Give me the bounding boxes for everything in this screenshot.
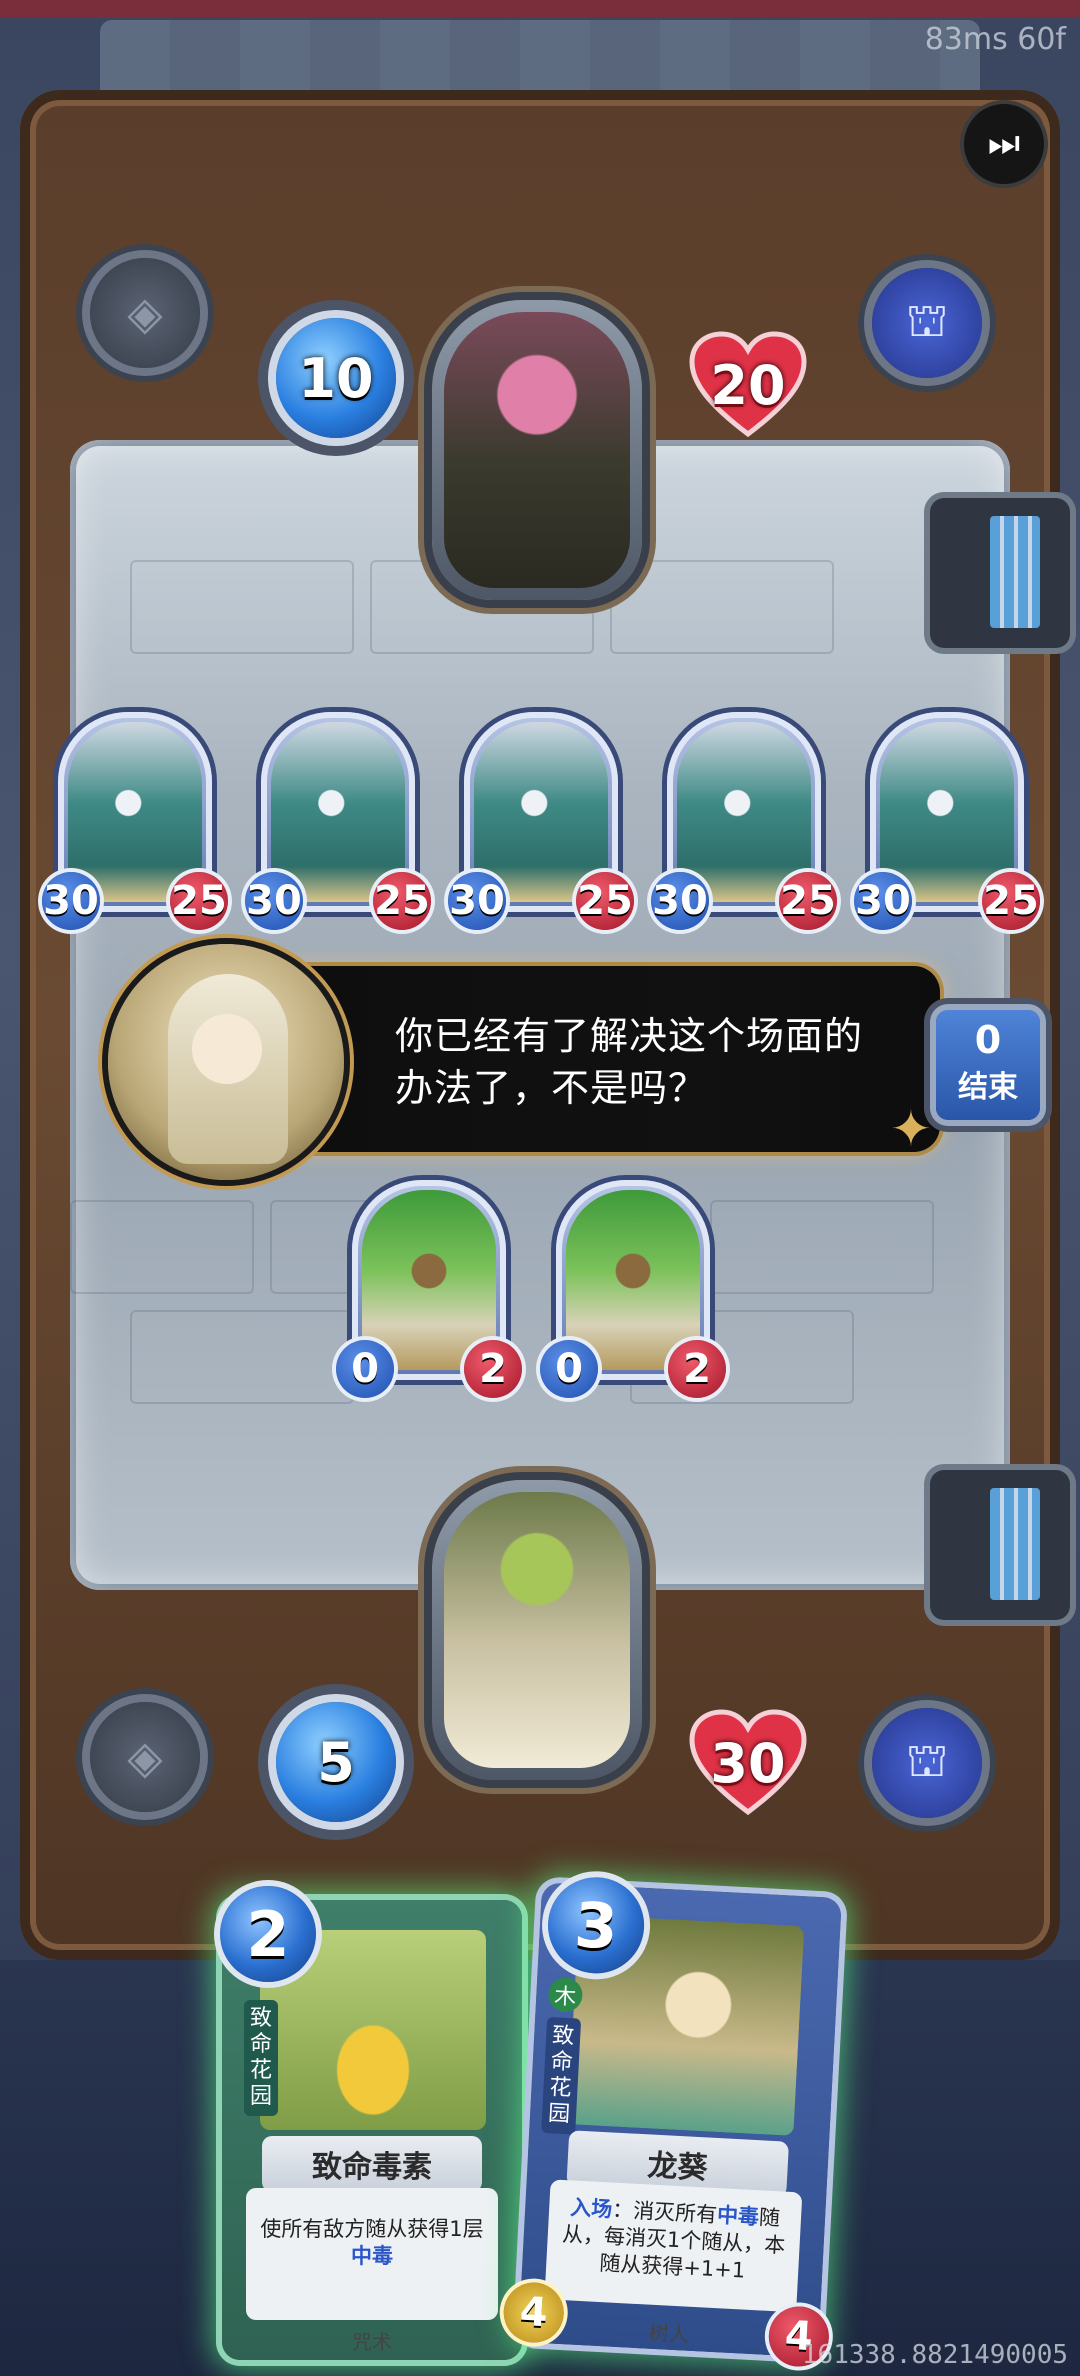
player-minion[interactable]: 02 (540, 1180, 726, 1398)
perf-counter: 83ms 60f (924, 22, 1066, 57)
enemy-health-heart: 20 (688, 330, 808, 440)
minion-attack: 30 (448, 872, 506, 930)
minion-health: 25 (373, 872, 431, 930)
speaker-portrait (108, 944, 344, 1180)
minion-health: 2 (464, 1340, 522, 1398)
player-minion[interactable]: 02 (336, 1180, 522, 1398)
player-weapon-slot: ◈ (90, 1702, 200, 1812)
minion-art (271, 722, 405, 902)
player-health-heart: 30 (688, 1708, 808, 1818)
dialog-line-1: 你已经有了解决这个场面的 (395, 1014, 864, 1058)
card-description: 使所有敌方随从获得1层 中毒 (260, 2217, 484, 2268)
minion-health: 2 (668, 1340, 726, 1398)
minion-health: 25 (576, 872, 634, 930)
end-turn-count: 0 (974, 1018, 1002, 1062)
enemy-hero-art (444, 312, 630, 588)
card-name: 致命毒素 (262, 2136, 482, 2192)
deck-stack (990, 516, 1040, 628)
minion-attack: 0 (336, 1340, 394, 1398)
card-type: 咒术 (352, 2330, 392, 2354)
minion-attack: 30 (651, 872, 709, 930)
player-mana-orb: 5 (276, 1702, 396, 1822)
minion-art (68, 722, 202, 902)
enemy-minion[interactable]: 30 25 (854, 712, 1040, 930)
hand-card-deadly-toxin[interactable]: 2 致命花园 致命毒素 使所有敌方随从获得1层 中毒 咒术 (220, 1886, 522, 2360)
minion-health: 25 (982, 872, 1040, 930)
sparkle-icon: ✦ (890, 1100, 932, 1158)
minion-attack: 30 (854, 872, 912, 930)
player-deck[interactable] (930, 1470, 1070, 1620)
enemy-minion[interactable]: 30 25 (448, 712, 634, 930)
enemy-deck[interactable] (930, 498, 1070, 648)
empty-slot-icon: ◈ (127, 1730, 163, 1784)
player-hero-art (444, 1492, 630, 1768)
enemy-mana-orb: 10 (276, 318, 396, 438)
tombstone-icon: ⛫ (905, 1733, 949, 1787)
build-id: 161338.8821490005 (801, 2340, 1068, 2370)
minion-attack: 0 (540, 1340, 598, 1398)
dialog-text: 你已经有了解决这个场面的 办法了，不是吗？ (395, 1010, 915, 1114)
enemy-graveyard-slot[interactable]: ⛫ (872, 268, 982, 378)
card-description: 入场：消灭所有中毒随从，每消灭1个随从，本随从获得+1+1 (561, 2195, 786, 2283)
hand-card-nightshade[interactable]: 3 木 致命花园 龙葵 入场：消灭所有中毒随从，每消灭1个随从，本随从获得+1+… (502, 1874, 842, 2369)
tombstone-icon: ⛫ (905, 293, 949, 347)
player-hero-portrait[interactable] (432, 1480, 642, 1780)
enemy-minion[interactable]: 30 25 (42, 712, 228, 930)
player-graveyard-slot[interactable]: ⛫ (872, 1708, 982, 1818)
minion-health: 25 (170, 872, 228, 930)
fast-forward-icon: ⏭ (987, 123, 1021, 164)
minion-art (880, 722, 1014, 902)
enemy-minion[interactable]: 30 25 (651, 712, 837, 930)
skip-button[interactable]: ⏭ (960, 100, 1048, 188)
card-type: 树人 (648, 2320, 690, 2347)
empty-slot-icon: ◈ (127, 286, 163, 340)
end-turn-button[interactable]: 0 结束 (936, 1010, 1040, 1120)
end-turn-label: 结束 (958, 1070, 1018, 1105)
minion-art (566, 1190, 700, 1370)
enemy-minion[interactable]: 30 25 (245, 712, 431, 930)
minion-art (474, 722, 608, 902)
minion-art (362, 1190, 496, 1370)
card-set: 致命花园 (541, 2016, 582, 2135)
minion-attack: 30 (245, 872, 303, 930)
enemy-weapon-slot: ◈ (90, 258, 200, 368)
dialog-line-2: 办法了，不是吗？ (395, 1066, 708, 1110)
card-set: 致命花园 (244, 2000, 278, 2116)
card-cost: 2 (220, 1886, 316, 1982)
minion-health: 25 (779, 872, 837, 930)
enemy-hero-portrait[interactable] (432, 300, 642, 600)
minion-art (677, 722, 811, 902)
deck-stack (990, 1488, 1040, 1600)
minion-attack: 30 (42, 872, 100, 930)
top-strip (0, 0, 1080, 18)
